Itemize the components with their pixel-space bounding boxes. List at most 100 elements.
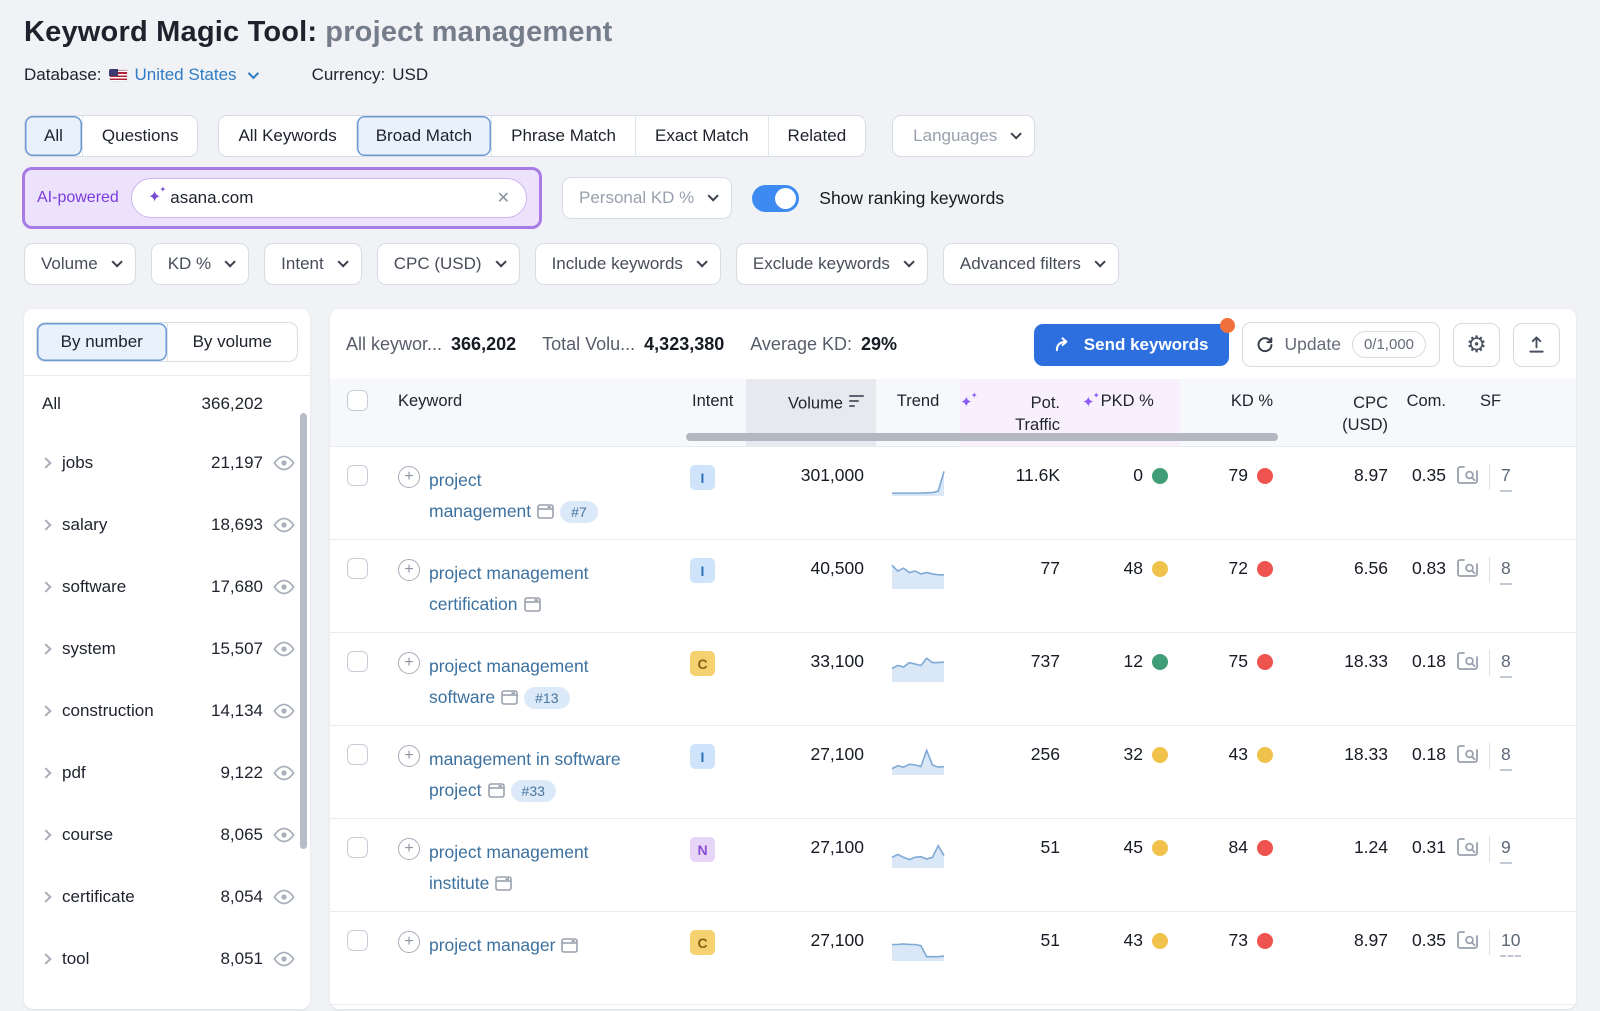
serp-preview-icon[interactable] — [1456, 651, 1479, 672]
serp-features-icon[interactable] — [524, 597, 541, 612]
keyword-link[interactable]: project managementcertification — [429, 558, 589, 619]
sidebar-item-jobs[interactable]: jobs 21,197 — [24, 432, 310, 494]
sf-count[interactable]: 8 — [1500, 651, 1512, 678]
sidebar-tab-by-volume[interactable]: By volume — [167, 323, 298, 361]
horizontal-scrollbar[interactable] — [686, 433, 1278, 441]
domain-search-value[interactable]: asana.com — [170, 188, 253, 208]
export-button[interactable] — [1513, 323, 1560, 367]
domain-search-input[interactable]: ✦ asana.com ✕ — [131, 178, 527, 218]
eye-icon[interactable] — [272, 451, 296, 475]
keyword-link[interactable]: management in softwareproject #33 — [429, 744, 621, 805]
show-ranking-keywords-toggle[interactable] — [752, 185, 799, 212]
sidebar-item-system[interactable]: system 15,507 — [24, 618, 310, 680]
add-keyword-icon[interactable]: + — [398, 931, 420, 953]
tab-related[interactable]: Related — [768, 116, 866, 156]
add-keyword-icon[interactable]: + — [398, 745, 420, 767]
tab-questions[interactable]: Questions — [82, 116, 198, 156]
select-all-checkbox[interactable] — [347, 390, 368, 411]
keyword-link[interactable]: project managementsoftware #13 — [429, 651, 589, 712]
sidebar-item-software[interactable]: software 17,680 — [24, 556, 310, 618]
row-checkbox[interactable] — [347, 930, 368, 951]
chevron-right-icon[interactable] — [40, 643, 51, 654]
sidebar-scrollbar[interactable] — [300, 413, 307, 849]
database-selector[interactable]: Database: United States — [24, 65, 256, 85]
sidebar-tab-by-number[interactable]: By number — [37, 323, 167, 361]
database-value[interactable]: United States — [135, 65, 237, 85]
sf-count[interactable]: 8 — [1500, 558, 1512, 585]
sf-count[interactable]: 9 — [1500, 837, 1512, 864]
serp-preview-icon[interactable] — [1456, 837, 1479, 858]
filter-volume-dropdown[interactable]: Volume — [24, 243, 136, 285]
tab-all[interactable]: All — [25, 116, 82, 156]
keyword-link[interactable]: project managementinstitute — [429, 837, 589, 898]
add-keyword-icon[interactable]: + — [398, 652, 420, 674]
column-keyword[interactable]: Keyword — [386, 379, 690, 446]
filter-intent-dropdown[interactable]: Intent — [264, 243, 362, 285]
filter-advanced-filters-dropdown[interactable]: Advanced filters — [943, 243, 1119, 285]
chevron-right-icon[interactable] — [40, 705, 51, 716]
chevron-right-icon[interactable] — [40, 829, 51, 840]
add-keyword-icon[interactable]: + — [398, 466, 420, 488]
chevron-right-icon[interactable] — [40, 519, 51, 530]
serp-preview-icon[interactable] — [1456, 558, 1479, 579]
sidebar-item-salary[interactable]: salary 18,693 — [24, 494, 310, 556]
keyword-link[interactable]: project manager — [429, 930, 578, 961]
sidebar-item-tool[interactable]: tool 8,051 — [24, 928, 310, 990]
column-sf[interactable]: SF — [1450, 379, 1566, 446]
sf-count[interactable]: 7 — [1500, 465, 1512, 492]
filter-cpc-usd-dropdown[interactable]: CPC (USD) — [377, 243, 520, 285]
clear-input-icon[interactable]: ✕ — [497, 188, 510, 208]
eye-icon[interactable] — [272, 761, 296, 785]
eye-icon[interactable] — [272, 637, 296, 661]
sidebar-item-course[interactable]: course 8,065 — [24, 804, 310, 866]
tab-phrase-match[interactable]: Phrase Match — [491, 116, 635, 156]
chevron-right-icon[interactable] — [40, 953, 51, 964]
sidebar-item-all[interactable]: All 366,202 — [24, 376, 310, 432]
serp-features-icon[interactable] — [501, 690, 518, 705]
serp-features-icon[interactable] — [488, 783, 505, 798]
row-checkbox[interactable] — [347, 558, 368, 579]
column-com[interactable]: Com. — [1400, 379, 1450, 446]
eye-icon[interactable] — [272, 699, 296, 723]
row-checkbox[interactable] — [347, 837, 368, 858]
serp-features-icon[interactable] — [537, 504, 554, 519]
chevron-right-icon[interactable] — [40, 891, 51, 902]
sidebar-item-construction[interactable]: construction 14,134 — [24, 680, 310, 742]
filter-exclude-keywords-dropdown[interactable]: Exclude keywords — [736, 243, 928, 285]
filter-include-keywords-dropdown[interactable]: Include keywords — [535, 243, 721, 285]
tab-all-keywords[interactable]: All Keywords — [219, 116, 355, 156]
table-settings-button[interactable]: ⚙ — [1453, 323, 1500, 367]
serp-features-icon[interactable] — [495, 876, 512, 891]
personal-kd-dropdown[interactable]: Personal KD % — [562, 177, 732, 219]
serp-features-icon[interactable] — [561, 938, 578, 953]
send-keywords-button[interactable]: Send keywords — [1034, 324, 1229, 366]
filter-kd-dropdown[interactable]: KD % — [151, 243, 249, 285]
eye-icon[interactable] — [272, 885, 296, 909]
chevron-right-icon[interactable] — [40, 767, 51, 778]
eye-icon[interactable] — [272, 823, 296, 847]
serp-preview-icon[interactable] — [1456, 744, 1479, 765]
sidebar-item-certificate[interactable]: certificate 8,054 — [24, 866, 310, 928]
row-checkbox[interactable] — [347, 465, 368, 486]
chevron-right-icon[interactable] — [40, 581, 51, 592]
serp-preview-icon[interactable] — [1456, 465, 1479, 486]
keyword-link[interactable]: projectmanagement #7 — [429, 465, 598, 526]
chevron-right-icon[interactable] — [40, 457, 51, 468]
serp-preview-icon[interactable] — [1456, 930, 1479, 951]
sf-count[interactable]: 10 — [1500, 930, 1521, 957]
row-checkbox[interactable] — [347, 651, 368, 672]
sidebar-item-pdf[interactable]: pdf 9,122 — [24, 742, 310, 804]
languages-dropdown[interactable]: Languages — [892, 115, 1035, 157]
tab-broad-match[interactable]: Broad Match — [356, 116, 491, 156]
eye-icon[interactable] — [272, 513, 296, 537]
eye-icon[interactable] — [272, 575, 296, 599]
personal-kd-label: Personal KD % — [579, 188, 694, 208]
row-checkbox[interactable] — [347, 744, 368, 765]
column-cpc[interactable]: CPC(USD) — [1285, 379, 1400, 446]
add-keyword-icon[interactable]: + — [398, 838, 420, 860]
tab-exact-match[interactable]: Exact Match — [635, 116, 768, 156]
update-button[interactable]: Update 0/1,000 — [1242, 322, 1440, 367]
sf-count[interactable]: 8 — [1500, 744, 1512, 771]
eye-icon[interactable] — [272, 947, 296, 971]
add-keyword-icon[interactable]: + — [398, 559, 420, 581]
